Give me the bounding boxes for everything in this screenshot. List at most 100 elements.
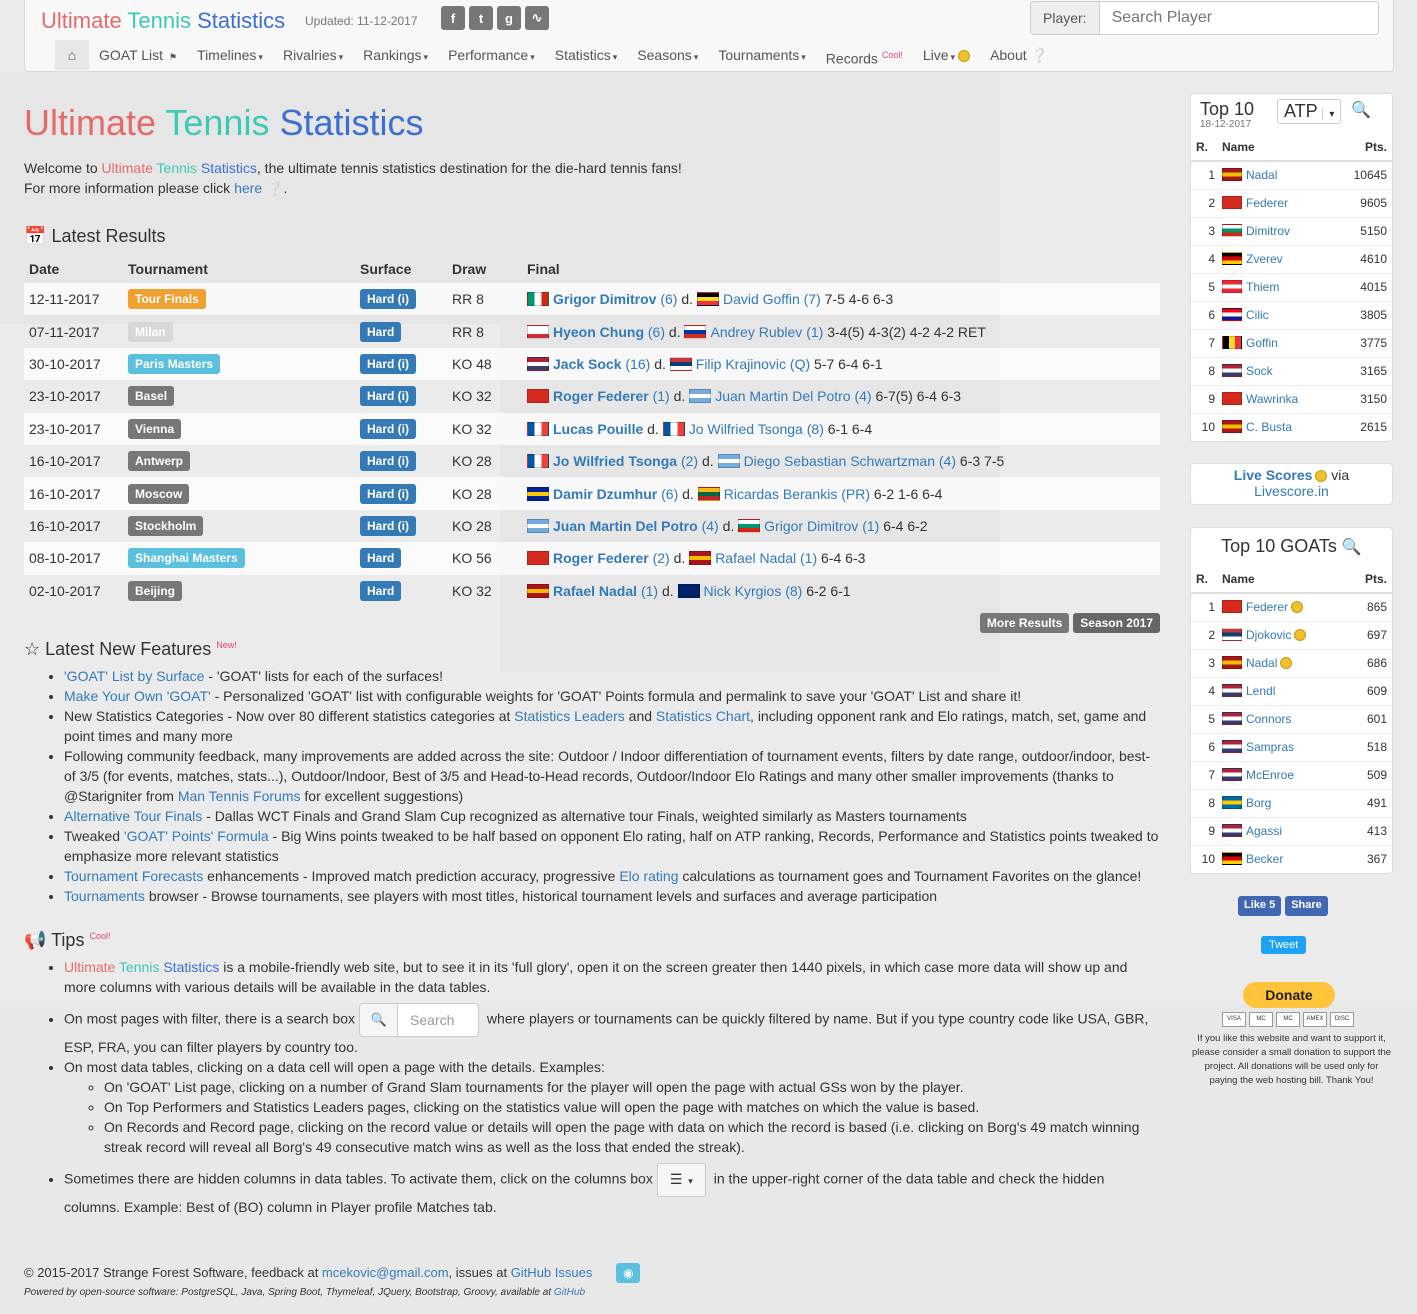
rss-icon[interactable]: ∿ <box>525 6 549 30</box>
table-row[interactable]: 02-10-2017 Beijing Hard KO 32 Rafael Nad… <box>24 575 1160 607</box>
tournament-label[interactable]: Vienna <box>128 418 182 439</box>
table-row[interactable]: 3 Dimitrov 5150 <box>1191 216 1392 245</box>
player-link[interactable]: Cilic <box>1246 308 1269 322</box>
github-link[interactable]: GitHub <box>554 1287 585 1298</box>
player-link[interactable]: Zverev <box>1246 252 1283 266</box>
menu-rankings[interactable]: Rankings ▾ <box>353 40 438 70</box>
table-row[interactable]: 7 McEnroe 509 <box>1191 760 1392 789</box>
livescore-link[interactable]: Livescore.in <box>1254 483 1329 499</box>
feature-link[interactable]: Statistics Leaders <box>514 708 625 724</box>
winner-link[interactable]: Damir Dzumhur <box>553 486 657 502</box>
feature-link[interactable]: Make Your Own 'GOAT' <box>64 688 211 704</box>
table-row[interactable]: 16-10-2017 Antwerp Hard (i) KO 28 Jo Wil… <box>24 445 1160 477</box>
table-row[interactable]: 4 Zverev 4610 <box>1191 244 1392 273</box>
points-cell[interactable]: 518 <box>1347 732 1392 761</box>
player-link[interactable]: Wawrinka <box>1246 392 1298 406</box>
menu-records[interactable]: Records Cool! <box>816 40 913 70</box>
here-link[interactable]: here <box>234 180 262 196</box>
points-cell[interactable]: 865 <box>1347 592 1392 621</box>
tournament-label[interactable]: Paris Masters <box>128 353 221 374</box>
points-cell[interactable]: 491 <box>1347 788 1392 817</box>
score[interactable]: 3-4(5) 4-3(2) 4-2 4-2 RET <box>827 324 986 340</box>
table-row[interactable]: 30-10-2017 Paris Masters Hard (i) KO 48 … <box>24 347 1160 381</box>
table-row[interactable]: 3 Nadal 686 <box>1191 648 1392 677</box>
tournament-label[interactable]: Beijing <box>128 580 183 601</box>
player-link[interactable]: McEnroe <box>1246 768 1294 782</box>
table-row[interactable]: 7 Goffin 3775 <box>1191 328 1392 357</box>
player-link[interactable]: Borg <box>1246 796 1271 810</box>
winner-link[interactable]: Jo Wilfried Tsonga <box>553 453 677 469</box>
points-cell[interactable]: 2615 <box>1333 412 1392 441</box>
points-cell[interactable]: 697 <box>1347 620 1392 649</box>
winner-link[interactable]: Grigor Dimitrov <box>553 291 656 307</box>
menu-statistics[interactable]: Statistics ▾ <box>545 40 628 70</box>
column-header[interactable]: Surface <box>355 255 447 283</box>
tournament-label[interactable]: Basel <box>128 386 175 407</box>
points-cell[interactable]: 3805 <box>1333 300 1392 329</box>
email-link[interactable]: mcekovic@gmail.com <box>322 1265 449 1280</box>
menu-tournaments[interactable]: Tournaments ▾ <box>708 40 815 70</box>
example-search-box[interactable]: 🔍 Search <box>359 1002 480 1037</box>
points-cell[interactable]: 367 <box>1347 844 1392 873</box>
points-cell[interactable]: 686 <box>1347 648 1392 677</box>
feature-link[interactable]: 'GOAT' List by Surface <box>64 668 204 684</box>
points-cell[interactable]: 509 <box>1347 760 1392 789</box>
player-link[interactable]: Federer <box>1246 196 1288 210</box>
winner-link[interactable]: Roger Federer <box>553 550 649 566</box>
points-cell[interactable]: 10645 <box>1333 160 1392 189</box>
score[interactable]: 6-4 6-3 <box>821 550 865 566</box>
column-header[interactable]: Date <box>24 255 123 283</box>
feature-link[interactable]: 'GOAT' Points' Formula <box>124 828 269 844</box>
player-link[interactable]: Thiem <box>1246 280 1279 294</box>
player-link[interactable]: Djokovic <box>1246 628 1291 642</box>
loser-link[interactable]: Nick Kyrgios <box>704 583 782 599</box>
player-link[interactable]: Goffin <box>1246 336 1278 350</box>
points-cell[interactable]: 4610 <box>1333 244 1392 273</box>
points-cell[interactable]: 4015 <box>1333 272 1392 301</box>
player-link[interactable]: Lendl <box>1246 684 1275 698</box>
points-cell[interactable]: 3165 <box>1333 356 1392 385</box>
menu-timelines[interactable]: Timelines ▾ <box>187 40 273 70</box>
column-header[interactable]: Tournament <box>123 255 355 283</box>
points-cell[interactable]: 609 <box>1347 676 1392 705</box>
winner-link[interactable]: Jack Sock <box>553 356 622 372</box>
feature-link[interactable]: Man Tennis Forums <box>178 788 301 804</box>
winner-link[interactable]: Hyeon Chung <box>553 324 644 340</box>
table-row[interactable]: 23-10-2017 Basel Hard (i) KO 32 Roger Fe… <box>24 380 1160 412</box>
zoom-icon[interactable]: 🔍 <box>1351 100 1371 120</box>
feature-link[interactable]: Alternative Tour Finals <box>64 808 202 824</box>
column-header[interactable]: Final <box>522 255 1160 283</box>
player-link[interactable]: Agassi <box>1246 824 1282 838</box>
loser-link[interactable]: Juan Martin Del Potro <box>715 388 850 404</box>
player-link[interactable]: Connors <box>1246 712 1291 726</box>
more-results-button[interactable]: More Results <box>979 612 1070 633</box>
table-row[interactable]: 6 Sampras 518 <box>1191 732 1392 761</box>
menu-performance[interactable]: Performance ▾ <box>438 40 545 70</box>
table-row[interactable]: 4 Lendl 609 <box>1191 676 1392 705</box>
feature-link[interactable]: Tournaments <box>64 888 145 904</box>
tournament-label[interactable]: Tour Finals <box>128 289 206 310</box>
score[interactable]: 6-7(5) 6-4 6-3 <box>876 388 962 404</box>
player-link[interactable]: Federer <box>1246 600 1288 614</box>
winner-link[interactable]: Roger Federer <box>553 388 649 404</box>
loser-link[interactable]: Andrey Rublev <box>710 324 802 340</box>
points-cell[interactable]: 3150 <box>1333 384 1392 413</box>
table-row[interactable]: 1 Nadal 10645 <box>1191 160 1392 189</box>
points-cell[interactable]: 3775 <box>1333 328 1392 357</box>
points-cell[interactable]: 601 <box>1347 704 1392 733</box>
table-row[interactable]: 16-10-2017 Stockholm Hard (i) KO 28 Juan… <box>24 510 1160 542</box>
tweet-button[interactable]: Tweet <box>1261 936 1307 954</box>
score[interactable]: 5-7 6-4 6-1 <box>814 356 882 372</box>
table-row[interactable]: 10 C. Busta 2615 <box>1191 412 1392 441</box>
table-row[interactable]: 5 Thiem 4015 <box>1191 272 1392 301</box>
loser-link[interactable]: Filip Krajinovic <box>696 356 786 372</box>
menu-about[interactable]: About ❔ <box>980 40 1058 70</box>
loser-link[interactable]: Jo Wilfried Tsonga <box>689 421 803 437</box>
player-link[interactable]: Sampras <box>1246 740 1294 754</box>
loser-link[interactable]: Grigor Dimitrov <box>764 518 858 534</box>
tournament-label[interactable]: Shanghai Masters <box>128 548 245 569</box>
home-icon[interactable]: ⌂ <box>55 40 89 70</box>
table-row[interactable]: 8 Sock 3165 <box>1191 356 1392 385</box>
season-button[interactable]: Season 2017 <box>1073 612 1160 633</box>
tournament-label[interactable]: Stockholm <box>128 515 204 536</box>
